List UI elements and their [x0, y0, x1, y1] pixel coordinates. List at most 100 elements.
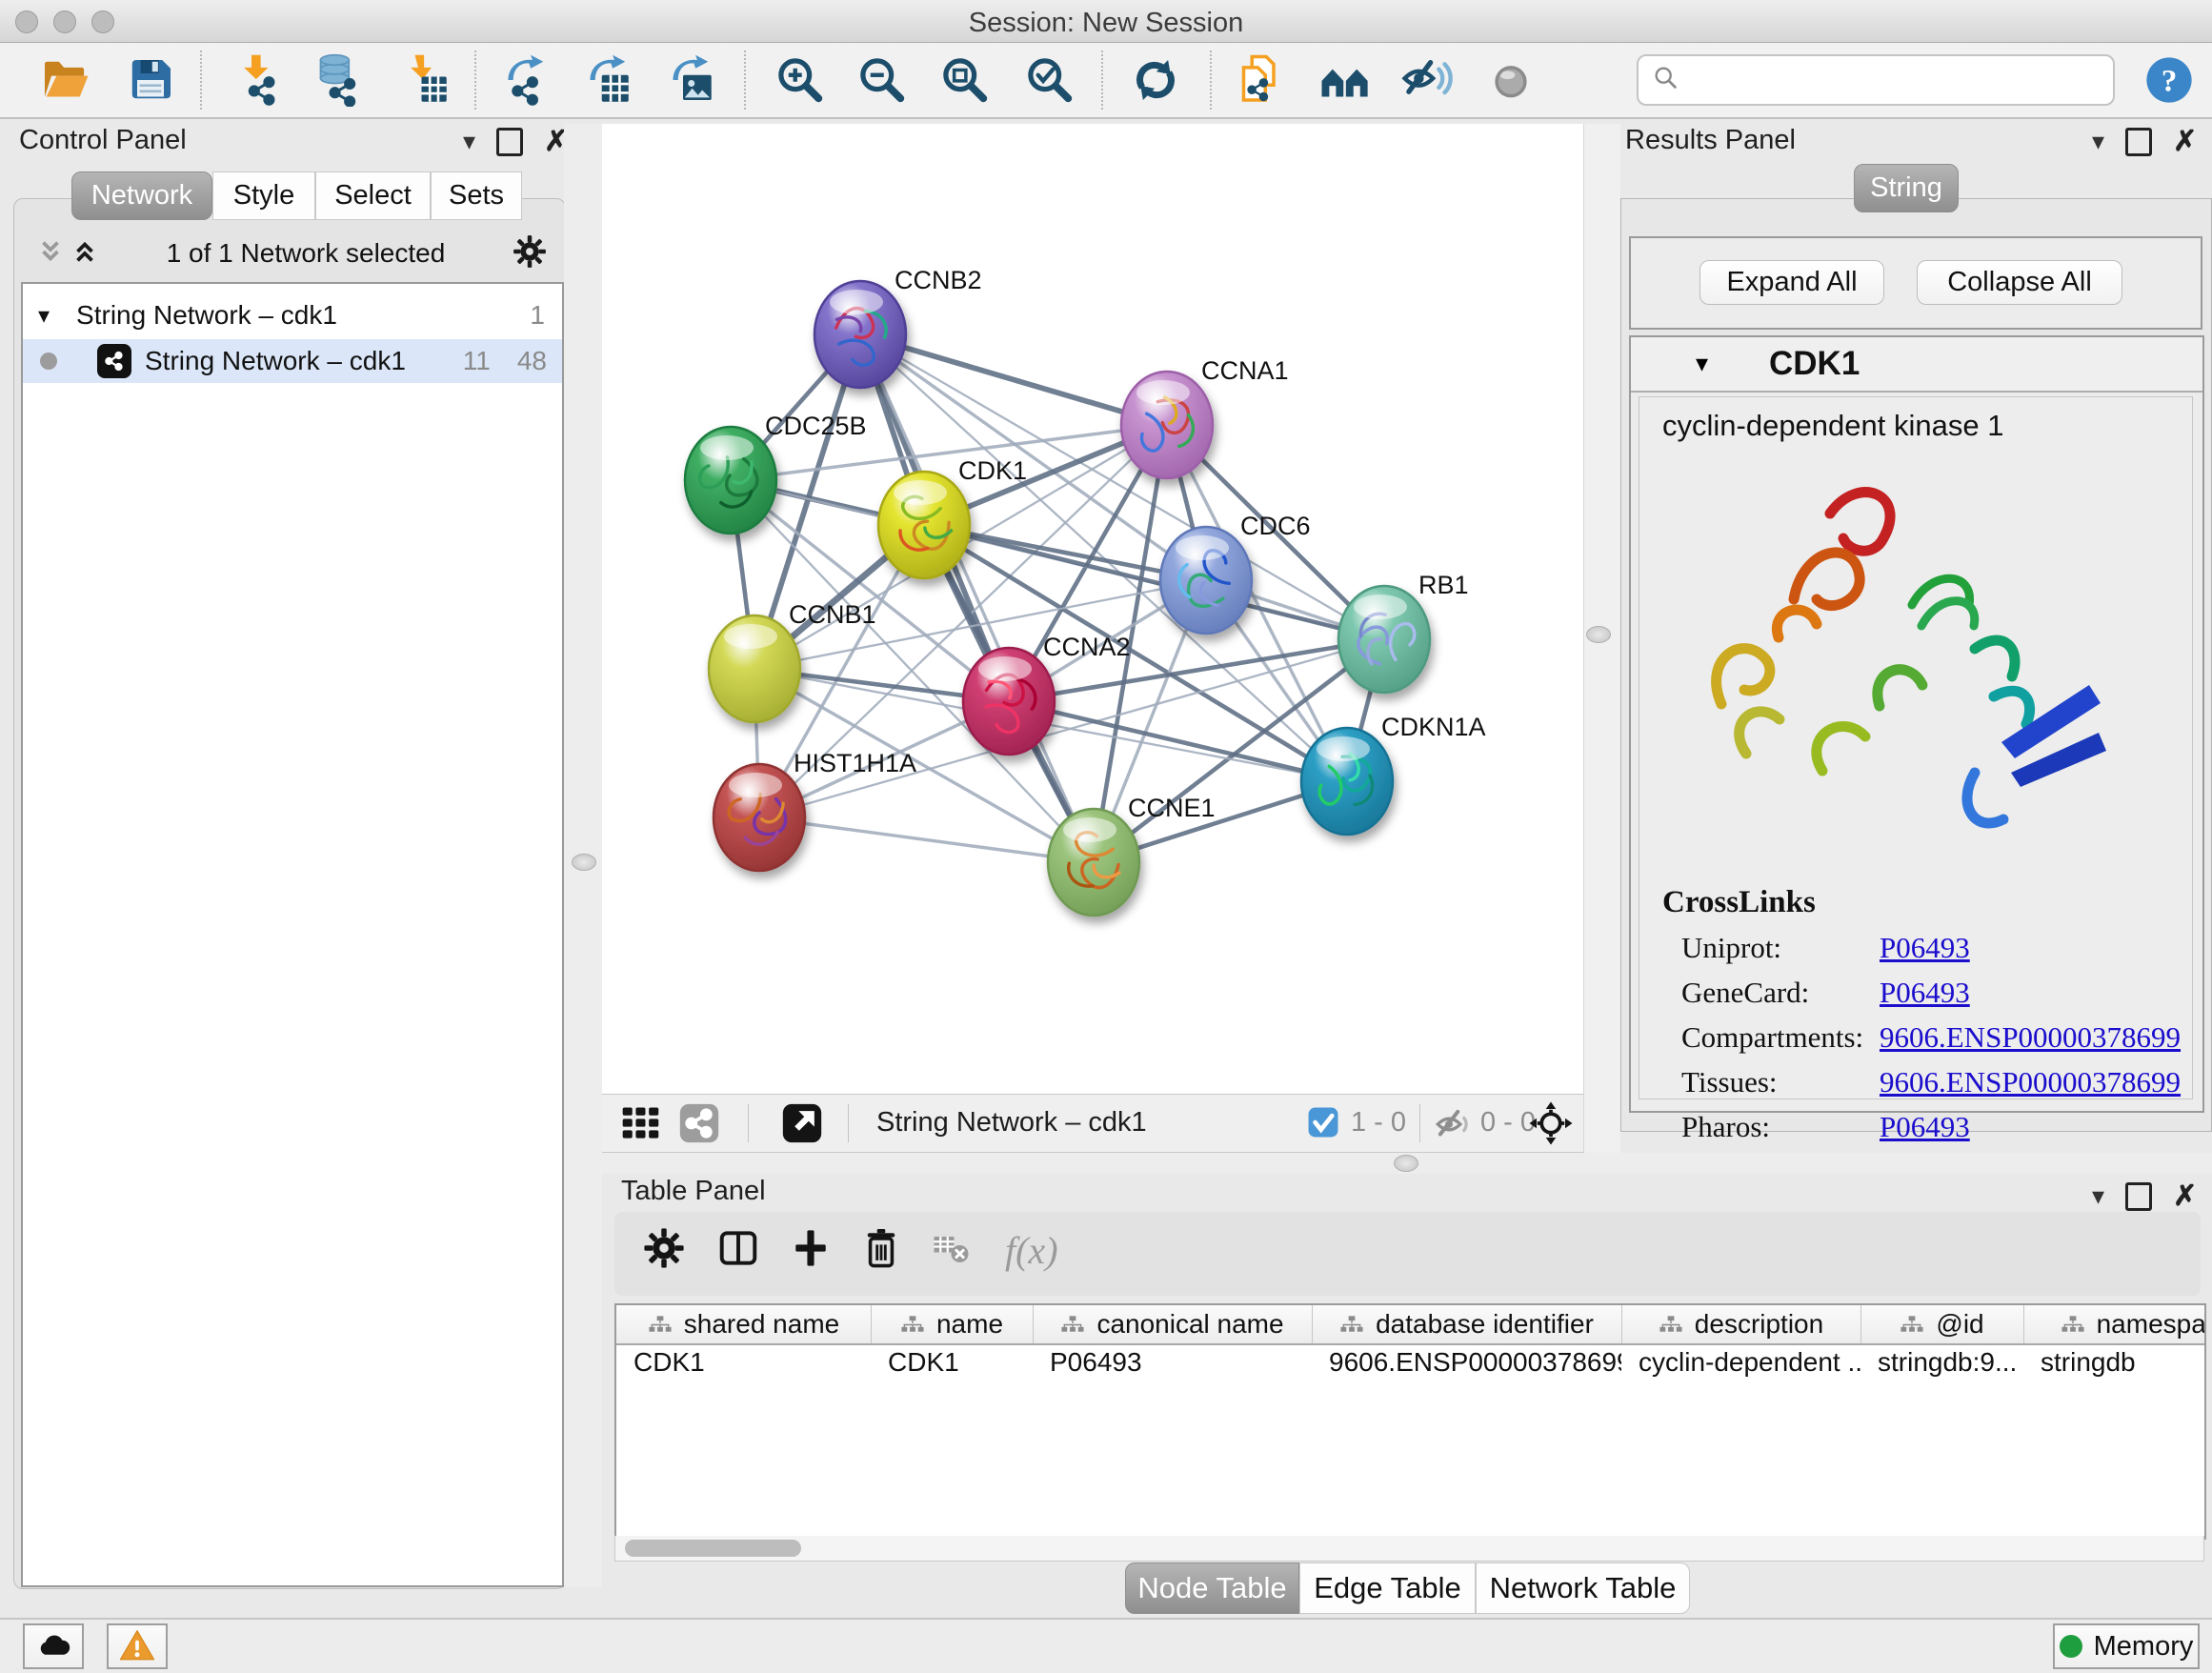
- main-toolbar: ?: [0, 43, 2212, 119]
- fit-content-crosshair-icon[interactable]: [1528, 1100, 1574, 1151]
- zoom-out-icon[interactable]: [855, 53, 909, 107]
- export-image-icon[interactable]: [663, 53, 716, 107]
- help-button[interactable]: ?: [2142, 53, 2196, 107]
- cell-description[interactable]: cyclin-dependent ...: [1621, 1347, 1860, 1383]
- panel-menu-icon[interactable]: ▾: [2092, 127, 2104, 156]
- cell-name[interactable]: CDK1: [871, 1347, 1033, 1383]
- edge-HIST1H1A-CCNE1[interactable]: [759, 817, 1094, 862]
- edge-CCNB2-CCNE1[interactable]: [860, 334, 1094, 862]
- refresh-layout-icon[interactable]: [1129, 53, 1182, 107]
- tab-string[interactable]: String: [1854, 164, 1959, 212]
- panel-float-icon[interactable]: [496, 128, 523, 156]
- clear-table-icon[interactable]: [933, 1232, 973, 1269]
- column-header-namespace[interactable]: namespace: [2023, 1305, 2206, 1343]
- crosslink-link[interactable]: P06493: [1880, 1110, 1970, 1144]
- column-header-database-identifier[interactable]: database identifier: [1312, 1305, 1622, 1343]
- cell-@id[interactable]: stringdb:9...: [1860, 1347, 2023, 1383]
- expand-all-button[interactable]: Expand All: [1699, 260, 1884, 305]
- zoom-selected-icon[interactable]: [1023, 53, 1076, 107]
- panel-float-icon[interactable]: [2125, 128, 2152, 156]
- cell-database-identifier[interactable]: 9606.ENSP00000378699: [1312, 1347, 1621, 1383]
- splitter-handle[interactable]: [1586, 626, 1611, 643]
- column-header-canonical-name[interactable]: canonical name: [1033, 1305, 1313, 1343]
- crosslink-link[interactable]: P06493: [1880, 931, 1970, 965]
- birdseye-view-icon[interactable]: [781, 1102, 823, 1149]
- export-network-icon[interactable]: [498, 53, 552, 107]
- tab-network-table[interactable]: Network Table: [1476, 1562, 1690, 1614]
- search-box[interactable]: [1637, 54, 2115, 106]
- network-options-gear-icon[interactable]: [513, 234, 547, 273]
- import-database-icon[interactable]: [311, 53, 364, 107]
- cloud-button[interactable]: [23, 1623, 84, 1669]
- import-table-icon[interactable]: [398, 53, 452, 107]
- table-hscrollbar[interactable]: [614, 1536, 2204, 1562]
- trash-icon[interactable]: [862, 1227, 900, 1274]
- collapse-all-button[interactable]: Collapse All: [1917, 260, 2122, 305]
- clone-network-icon[interactable]: [1234, 53, 1287, 107]
- cell-shared-name[interactable]: CDK1: [616, 1347, 871, 1383]
- import-network-icon[interactable]: [231, 53, 285, 107]
- splitter-handle[interactable]: [572, 854, 596, 871]
- edge-CCNA2-CDKN1A[interactable]: [1009, 701, 1347, 781]
- network-row-selected[interactable]: String Network – cdk1 11 48: [23, 339, 562, 383]
- result-gene-name: CDK1: [1769, 345, 1860, 383]
- cell-canonical-name[interactable]: P06493: [1033, 1347, 1312, 1383]
- grid-view-icon[interactable]: [619, 1102, 661, 1149]
- zoom-fit-icon[interactable]: [938, 53, 992, 107]
- show-panel-icon[interactable]: [1484, 53, 1538, 107]
- first-neighbors-icon[interactable]: [1318, 53, 1372, 107]
- crosslink-link[interactable]: P06493: [1880, 976, 1970, 1010]
- crosslink-link[interactable]: 9606.ENSP00000378699: [1880, 1065, 2181, 1099]
- panel-close-icon[interactable]: ✗: [2173, 1179, 2197, 1213]
- column-header-name[interactable]: name: [871, 1305, 1034, 1343]
- open-session-icon[interactable]: [38, 53, 91, 107]
- node-CDK1[interactable]: CDK1: [878, 456, 1027, 578]
- scrollbar-thumb[interactable]: [625, 1540, 801, 1557]
- cell-namespace[interactable]: stringdb: [2023, 1347, 2206, 1383]
- node-HIST1H1A[interactable]: HIST1H1A: [714, 749, 916, 871]
- network-share-view-icon[interactable]: [678, 1102, 720, 1149]
- crosslink-link[interactable]: 9606.ENSP00000378699: [1880, 1020, 2181, 1055]
- network-status-dot-icon: [40, 353, 57, 370]
- splitter-handle[interactable]: [1394, 1155, 1418, 1172]
- node-RB1[interactable]: RB1: [1338, 571, 1469, 693]
- add-icon[interactable]: [792, 1227, 830, 1274]
- export-table-icon[interactable]: [580, 53, 633, 107]
- panel-menu-icon[interactable]: ▾: [2092, 1181, 2104, 1211]
- tree-expander-icon[interactable]: ▾: [38, 302, 50, 330]
- tab-sets[interactable]: Sets: [431, 171, 522, 220]
- panel-float-icon[interactable]: [2125, 1182, 2152, 1211]
- gear-icon[interactable]: [643, 1227, 685, 1274]
- search-input[interactable]: [1690, 60, 2113, 100]
- tab-edge-table[interactable]: Edge Table: [1299, 1562, 1476, 1614]
- zoom-in-icon[interactable]: [774, 53, 827, 107]
- warnings-button[interactable]: [107, 1623, 168, 1669]
- panel-menu-icon[interactable]: ▾: [463, 127, 475, 156]
- edge-CCNB2-CCNA1[interactable]: [860, 334, 1167, 425]
- panel-close-icon[interactable]: ✗: [2173, 125, 2197, 158]
- expand-all-icon[interactable]: [36, 237, 65, 271]
- memory-button[interactable]: Memory: [2053, 1623, 2200, 1669]
- network-canvas[interactable]: CCNB2 CCNA1 CDC25B CDK1 CDC6 RB1 CCNB1 C…: [602, 124, 1583, 1094]
- save-session-icon[interactable]: [124, 53, 177, 107]
- collapse-arrow-icon[interactable]: ▾: [1696, 349, 1708, 378]
- tab-network[interactable]: Network: [71, 171, 212, 220]
- control-panel-window-buttons: ▾ ✗: [463, 125, 568, 158]
- hidden-eye-icon[interactable]: [1433, 1104, 1473, 1149]
- column-header-@id[interactable]: @id: [1860, 1305, 2024, 1343]
- collapse-all-icon[interactable]: [70, 237, 99, 271]
- node-CDKN1A[interactable]: CDKN1A: [1301, 713, 1486, 835]
- result-card-header[interactable]: ▾ CDK1: [1631, 337, 2202, 393]
- column-header-description[interactable]: description: [1621, 1305, 1861, 1343]
- network-collection-row[interactable]: ▾ String Network – cdk1 1: [23, 293, 562, 337]
- tab-select[interactable]: Select: [315, 171, 431, 220]
- tab-node-table[interactable]: Node Table: [1125, 1562, 1299, 1614]
- function-icon[interactable]: f(x): [1005, 1228, 1058, 1273]
- tab-style[interactable]: Style: [212, 171, 315, 220]
- hide-panels-icon[interactable]: [1401, 53, 1455, 107]
- node-CCNB1[interactable]: CCNB1: [709, 600, 876, 722]
- columns-icon[interactable]: [717, 1227, 759, 1274]
- network-view-toolbar: String Network – cdk1 1 - 0 0 - 0: [602, 1094, 1583, 1153]
- selected-checkbox-icon[interactable]: [1307, 1106, 1339, 1143]
- column-header-shared-name[interactable]: shared name: [616, 1305, 872, 1343]
